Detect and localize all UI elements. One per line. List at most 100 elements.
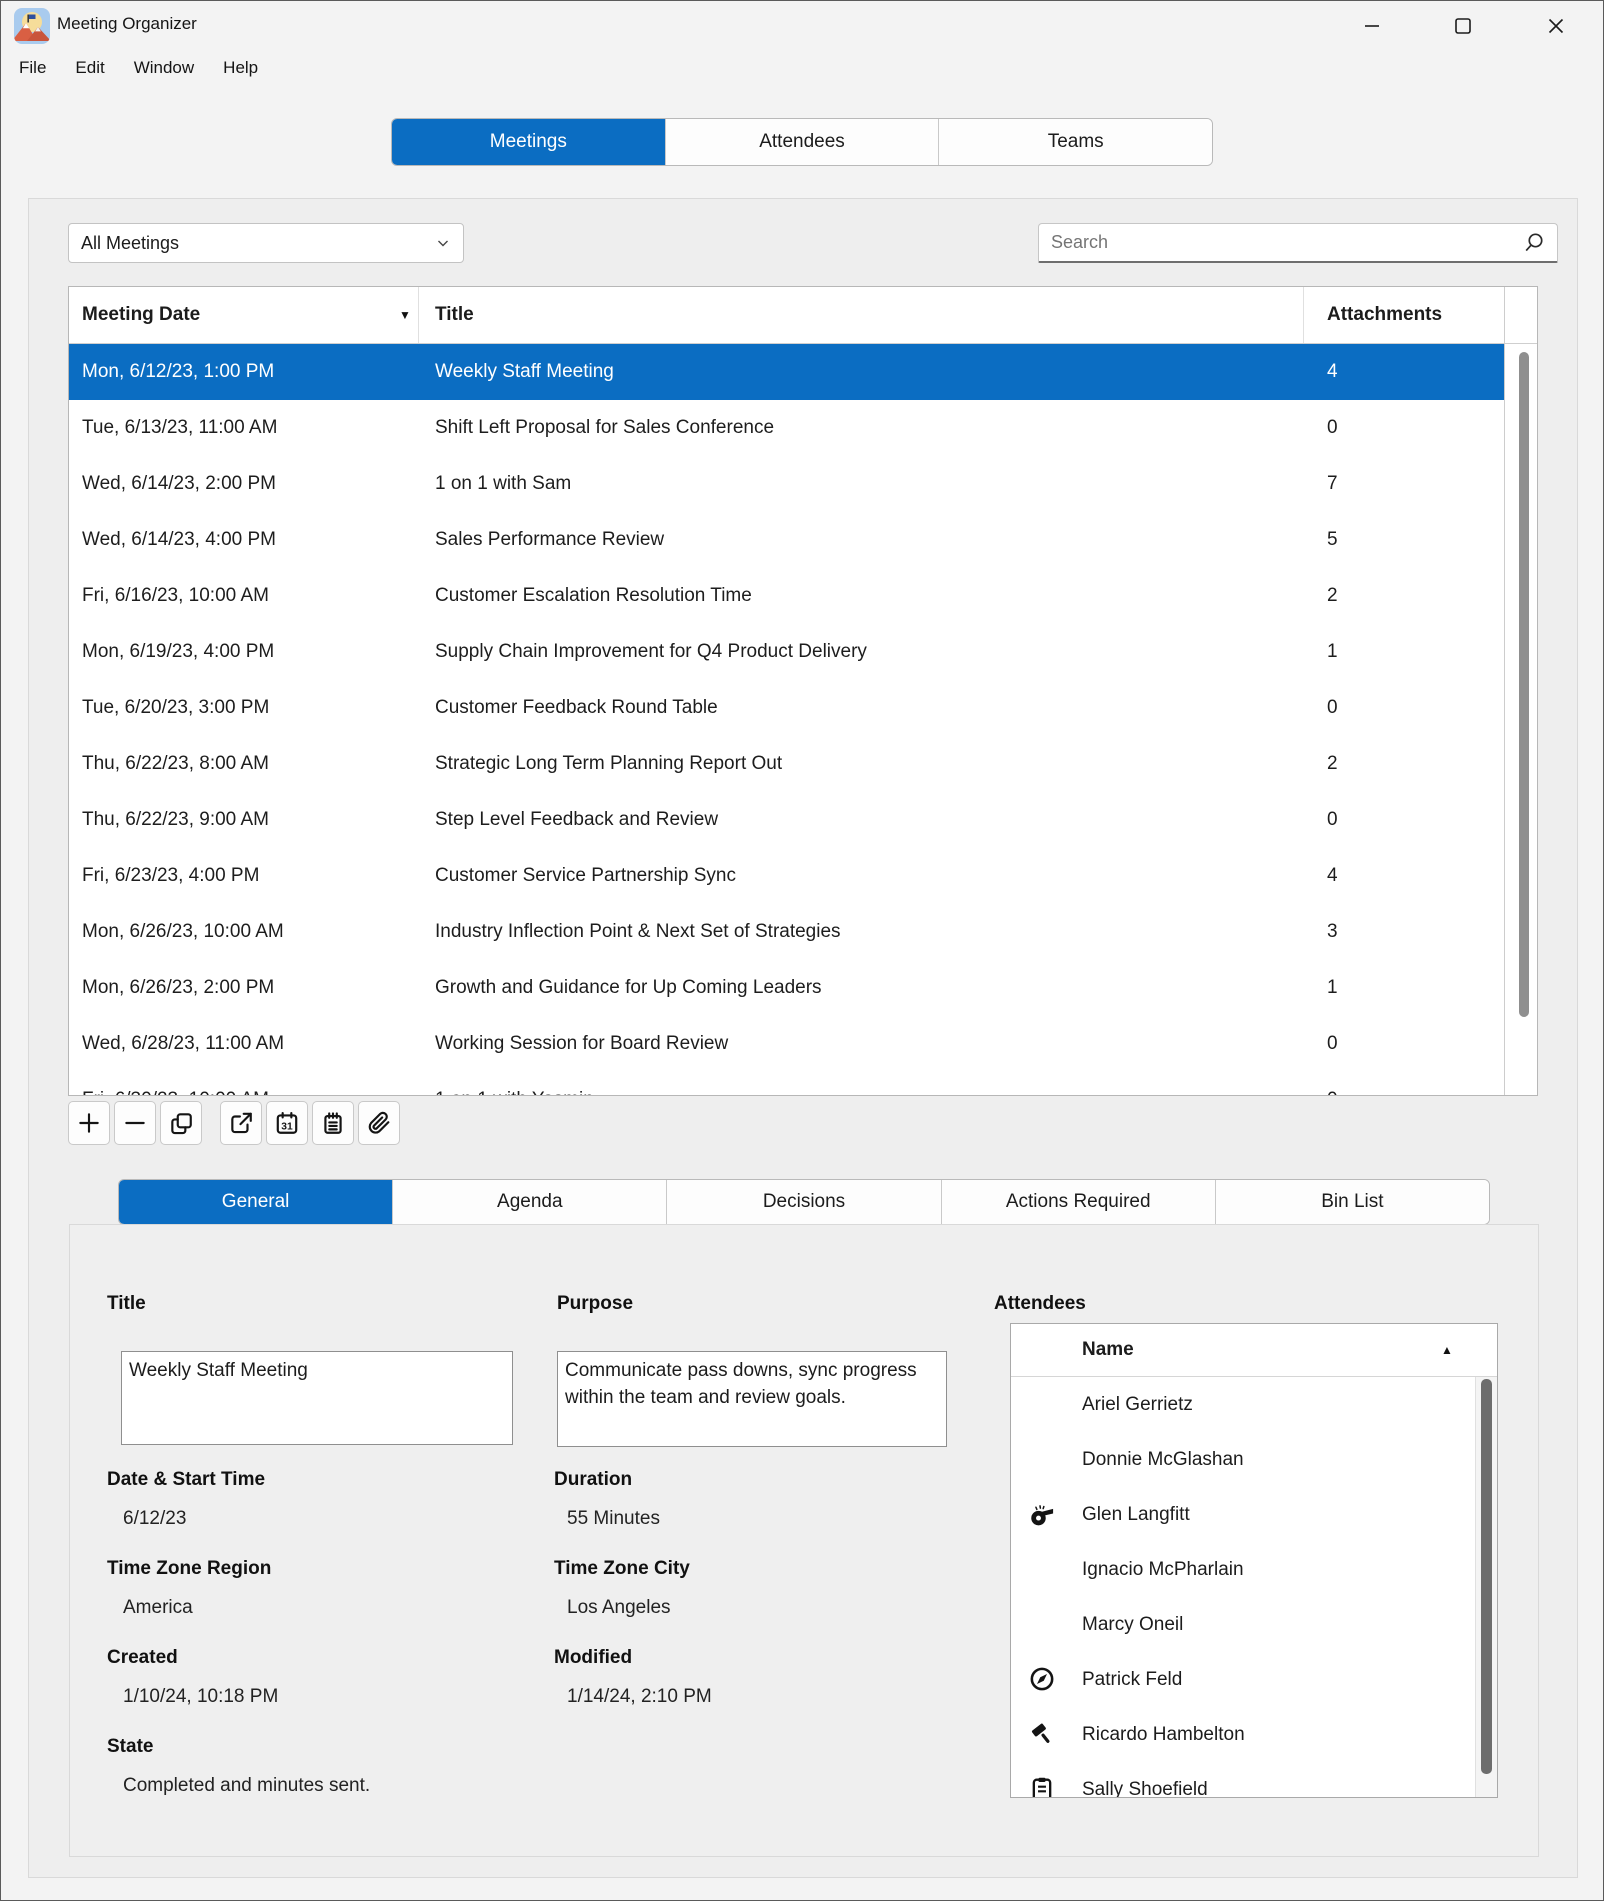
notes-button[interactable] [312, 1101, 354, 1145]
export-icon [228, 1110, 254, 1136]
column-header-title[interactable]: Title [435, 287, 474, 343]
field-value-modified: 1/14/24, 2:10 PM [567, 1686, 712, 1708]
meeting-attachments-cell: 0 [1327, 1072, 1338, 1095]
meeting-date-cell: Mon, 6/26/23, 10:00 AM [82, 904, 284, 960]
field-value-created: 1/10/24, 10:18 PM [123, 1686, 278, 1708]
table-row[interactable]: Thu, 6/22/23, 9:00 AMStep Level Feedback… [69, 792, 1504, 848]
meeting-attachments-cell: 0 [1327, 680, 1338, 736]
meeting-attachments-cell: 2 [1327, 736, 1338, 792]
attendee-row[interactable]: Marcy Oneil [1011, 1597, 1477, 1652]
field-value-time-zone-city[interactable]: Los Angeles [567, 1597, 671, 1619]
table-scrollbar[interactable] [1519, 352, 1529, 1017]
meeting-attachments-cell: 1 [1327, 960, 1338, 1016]
field-label-duration: Duration [554, 1469, 632, 1491]
meetings-list: Mon, 6/12/23, 1:00 PMWeekly Staff Meetin… [69, 344, 1504, 1095]
attendee-name: Ignacio McPharlain [1082, 1542, 1244, 1597]
field-value-state[interactable]: Completed and minutes sent. [123, 1775, 370, 1797]
svg-text:31: 31 [281, 1121, 293, 1132]
attendee-row[interactable]: Ricardo Hambelton [1011, 1707, 1477, 1762]
app-window: Meeting Organizer FileEditWindowHelp Mee… [0, 0, 1604, 1901]
attendee-name: Marcy Oneil [1082, 1597, 1183, 1652]
field-label-modified: Modified [554, 1647, 632, 1669]
field-label-created: Created [107, 1647, 178, 1669]
meeting-date-cell: Fri, 6/23/23, 4:00 PM [82, 848, 259, 904]
menu-item-help[interactable]: Help [219, 56, 262, 80]
menu-item-edit[interactable]: Edit [71, 56, 108, 80]
remove-button[interactable] [114, 1101, 156, 1145]
tab-teams[interactable]: Teams [939, 119, 1212, 165]
table-row[interactable]: Tue, 6/13/23, 11:00 AMShift Left Proposa… [69, 400, 1504, 456]
attendee-name: Donnie McGlashan [1082, 1432, 1244, 1487]
attendee-row[interactable]: Ariel Gerrietz [1011, 1377, 1477, 1432]
column-header-name[interactable]: Name [1082, 1324, 1134, 1376]
meeting-attachments-cell: 1 [1327, 624, 1338, 680]
attendee-name: Sally Shoefield [1082, 1762, 1208, 1797]
attendee-row[interactable]: Ignacio McPharlain [1011, 1542, 1477, 1597]
detail-tab-general[interactable]: General [119, 1180, 393, 1224]
calendar-button[interactable]: 31 [266, 1101, 308, 1145]
attendees-scrollbar[interactable] [1481, 1379, 1492, 1774]
detail-tab-actions-required[interactable]: Actions Required [942, 1180, 1216, 1224]
attendee-name: Glen Langfitt [1082, 1487, 1190, 1542]
column-divider [1303, 287, 1304, 343]
detail-tab-bin-list[interactable]: Bin List [1216, 1180, 1489, 1224]
meeting-date-cell: Fri, 6/16/23, 10:00 AM [82, 568, 269, 624]
menu-item-window[interactable]: Window [130, 56, 198, 80]
meeting-title-cell: 1 on 1 with Sam [435, 456, 571, 512]
minimize-button[interactable] [1341, 3, 1403, 49]
close-button[interactable] [1525, 3, 1587, 49]
tab-meetings[interactable]: Meetings [392, 119, 666, 165]
meeting-title-cell: Shift Left Proposal for Sales Conference [435, 400, 774, 456]
detail-tab-decisions[interactable]: Decisions [667, 1180, 941, 1224]
meeting-attachments-cell: 0 [1327, 400, 1338, 456]
column-header-attachments[interactable]: Attachments [1327, 287, 1442, 343]
meeting-title-cell: Step Level Feedback and Review [435, 792, 718, 848]
tab-attendees[interactable]: Attendees [666, 119, 940, 165]
purpose-field[interactable]: Communicate pass downs, sync progress wi… [557, 1351, 947, 1447]
table-row[interactable]: Wed, 6/28/23, 11:00 AMWorking Session fo… [69, 1016, 1504, 1072]
maximize-button[interactable] [1432, 3, 1494, 49]
menu-bar: File Edit Window Help [15, 51, 262, 85]
column-header-meeting-date[interactable]: Meeting Date [82, 287, 200, 343]
table-row[interactable]: Fri, 6/16/23, 10:00 AMCustomer Escalatio… [69, 568, 1504, 624]
purpose-field-value: Communicate pass downs, sync progress wi… [565, 1360, 917, 1408]
attendee-row[interactable]: Sally Shoefield [1011, 1762, 1477, 1797]
attachment-button[interactable] [358, 1101, 400, 1145]
field-value-time-zone-region[interactable]: America [123, 1597, 193, 1619]
attendee-row[interactable]: Donnie McGlashan [1011, 1432, 1477, 1487]
compass-icon [1028, 1665, 1056, 1693]
attendee-row[interactable]: Glen Langfitt [1011, 1487, 1477, 1542]
purpose-field-label: Purpose [557, 1293, 633, 1315]
table-row[interactable]: Mon, 6/12/23, 1:00 PMWeekly Staff Meetin… [69, 344, 1504, 400]
add-button[interactable] [68, 1101, 110, 1145]
meeting-title-cell: Industry Inflection Point & Next Set of … [435, 904, 841, 960]
triangle-up-icon: ▲ [1441, 1324, 1453, 1376]
menu-item-file[interactable]: File [15, 56, 50, 80]
search-icon[interactable] [1521, 230, 1547, 256]
attendees-table: Name ▲ Ariel GerrietzDonnie McGlashanGle… [1010, 1323, 1498, 1798]
record-toolbar: 31 [68, 1101, 404, 1147]
meeting-title-cell: Customer Feedback Round Table [435, 680, 718, 736]
field-label-state: State [107, 1736, 153, 1758]
export-button[interactable] [220, 1101, 262, 1145]
table-row[interactable]: Thu, 6/22/23, 8:00 AMStrategic Long Term… [69, 736, 1504, 792]
title-field[interactable]: Weekly Staff Meeting [121, 1351, 513, 1445]
table-row[interactable]: Wed, 6/14/23, 2:00 PM1 on 1 with Sam7 [69, 456, 1504, 512]
detail-tab-agenda[interactable]: Agenda [393, 1180, 667, 1224]
field-value-duration[interactable]: 55 Minutes [567, 1508, 660, 1530]
duplicate-button[interactable] [160, 1101, 202, 1145]
table-row[interactable]: Mon, 6/19/23, 4:00 PMSupply Chain Improv… [69, 624, 1504, 680]
field-value-date-start-time[interactable]: 6/12/23 [123, 1508, 186, 1530]
table-row[interactable]: Mon, 6/26/23, 2:00 PMGrowth and Guidance… [69, 960, 1504, 1016]
meeting-date-cell: Mon, 6/26/23, 2:00 PM [82, 960, 274, 1016]
table-row[interactable]: Wed, 6/14/23, 4:00 PMSales Performance R… [69, 512, 1504, 568]
table-row[interactable]: Mon, 6/26/23, 10:00 AM Industry Inflectio… [69, 904, 1504, 960]
search-input[interactable] [1049, 231, 1521, 254]
meetings-table-header: Meeting Date ▼ Title Attachments [69, 287, 1537, 344]
table-row[interactable]: Tue, 6/20/23, 3:00 PMCustomer Feedback R… [69, 680, 1504, 736]
table-row[interactable]: Fri, 6/30/23, 10:00 AM1 on 1 with Yasmin… [69, 1072, 1504, 1095]
table-row[interactable]: Fri, 6/23/23, 4:00 PMCustomer Service Pa… [69, 848, 1504, 904]
meeting-title-cell: Supply Chain Improvement for Q4 Product … [435, 624, 867, 680]
attendee-row[interactable]: Patrick Feld [1011, 1652, 1477, 1707]
meetings-filter-dropdown[interactable]: All Meetings [68, 223, 464, 263]
